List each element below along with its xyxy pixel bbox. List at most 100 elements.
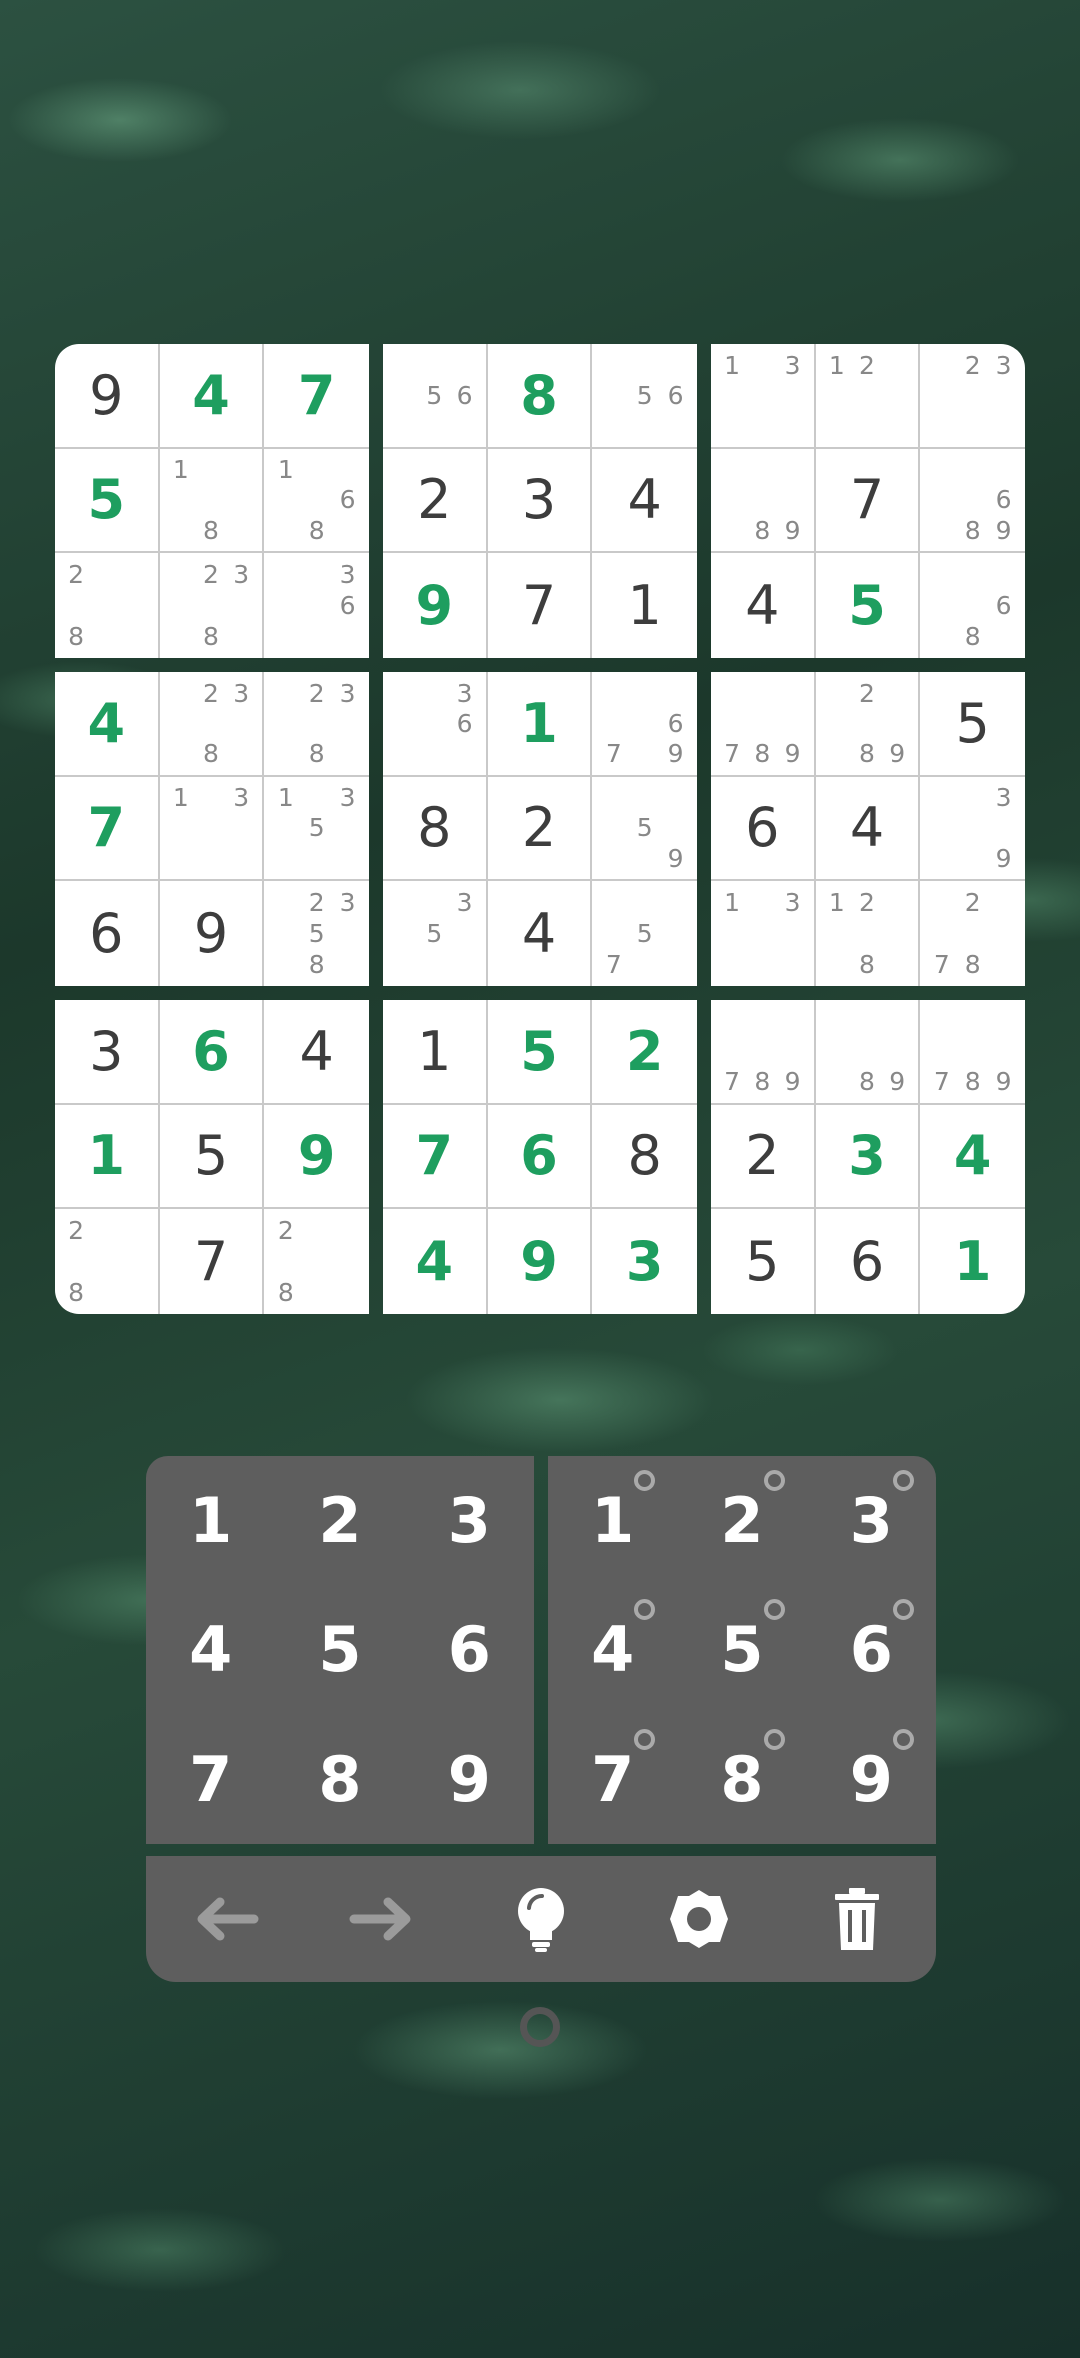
sudoku-cell[interactable]: 9 xyxy=(264,1105,369,1210)
sudoku-cell[interactable]: 789 xyxy=(711,1000,816,1105)
sudoku-cell[interactable]: 5 xyxy=(816,553,921,658)
number-key[interactable]: 4 xyxy=(146,1585,275,1714)
sudoku-cell[interactable]: 5 xyxy=(55,448,160,554)
settings-button[interactable] xyxy=(654,1874,744,1964)
sudoku-cell[interactable]: 28 xyxy=(55,553,160,658)
sudoku-cell[interactable]: 3 xyxy=(55,1000,160,1105)
note-key[interactable]: 1 xyxy=(548,1456,677,1585)
sudoku-cell[interactable]: 7 xyxy=(160,1209,265,1314)
sudoku-cell[interactable]: 7 xyxy=(815,448,921,554)
sudoku-cell[interactable]: 68 xyxy=(920,553,1025,658)
sudoku-cell[interactable]: 1 xyxy=(383,1000,488,1105)
sudoku-cell[interactable]: 9 xyxy=(488,1209,593,1314)
sudoku-cell[interactable]: 4 xyxy=(159,344,265,449)
sudoku-cell[interactable]: 6 xyxy=(55,881,160,986)
sudoku-cell[interactable]: 56 xyxy=(383,344,488,449)
sudoku-cell[interactable]: 789 xyxy=(711,672,816,777)
drag-handle[interactable] xyxy=(520,2007,560,2047)
sudoku-cell[interactable]: 6 7 9 xyxy=(592,672,697,777)
sudoku-cell[interactable]: 28 xyxy=(55,1209,160,1314)
sudoku-cell[interactable]: 7 xyxy=(264,344,369,449)
sudoku-cell[interactable]: 57 xyxy=(592,881,697,986)
sudoku-cell[interactable]: 2358 xyxy=(264,881,369,986)
sudoku-cell[interactable]: 36 xyxy=(264,553,369,658)
undo-button[interactable] xyxy=(180,1874,270,1964)
sudoku-cell[interactable]: 12 8 xyxy=(816,881,921,986)
sudoku-cell[interactable]: 12 xyxy=(815,344,921,449)
number-key[interactable]: 9 xyxy=(405,1715,534,1844)
sudoku-cell[interactable]: 39 xyxy=(920,777,1025,882)
sudoku-cell[interactable]: 4 xyxy=(920,1105,1025,1210)
sudoku-cell[interactable]: 4 xyxy=(55,672,160,777)
redo-button[interactable] xyxy=(338,1874,428,1964)
hint-button[interactable] xyxy=(496,1874,586,1964)
note-key[interactable]: 3 xyxy=(807,1456,936,1585)
sudoku-cell[interactable]: 2 xyxy=(592,1000,697,1105)
sudoku-cell[interactable]: 5 xyxy=(487,1000,593,1105)
delete-button[interactable] xyxy=(812,1874,902,1964)
number-key[interactable]: 6 xyxy=(405,1585,534,1714)
sudoku-cell[interactable]: 3 xyxy=(487,448,593,554)
sudoku-cell[interactable]: 9 xyxy=(383,553,488,658)
number-key[interactable]: 2 xyxy=(275,1456,404,1585)
sudoku-cell[interactable]: 23 8 xyxy=(264,672,369,777)
number-key[interactable]: 5 xyxy=(275,1585,404,1714)
sudoku-cell[interactable]: 6 xyxy=(159,1000,265,1105)
sudoku-cell[interactable]: 23 8 xyxy=(159,672,265,777)
sudoku-cell[interactable]: 689 xyxy=(920,449,1025,554)
number-key[interactable]: 3 xyxy=(405,1456,534,1585)
sudoku-cell[interactable]: 89 xyxy=(711,448,816,554)
sudoku-cell[interactable]: 59 xyxy=(592,777,697,882)
number-key[interactable]: 1 xyxy=(146,1456,275,1585)
number-key[interactable]: 7 xyxy=(146,1715,275,1844)
sudoku-cell[interactable]: 2 xyxy=(487,776,593,882)
sudoku-cell[interactable]: 56 xyxy=(592,344,697,449)
sudoku-cell[interactable]: 13 xyxy=(711,881,816,986)
sudoku-cell[interactable]: 13 xyxy=(711,344,816,449)
sudoku-cell[interactable]: 1 xyxy=(55,1104,160,1210)
note-key[interactable]: 4 xyxy=(548,1585,677,1714)
number-key[interactable]: 8 xyxy=(275,1715,404,1844)
sudoku-cell[interactable]: 2 89 xyxy=(815,672,921,777)
sudoku-cell[interactable]: 4 xyxy=(264,1000,369,1105)
sudoku-cell[interactable]: 2 78 xyxy=(920,881,1025,986)
sudoku-cell[interactable]: 4 xyxy=(592,449,697,554)
note-key[interactable]: 5 xyxy=(677,1585,806,1714)
sudoku-cell[interactable]: 2 xyxy=(383,448,488,554)
sudoku-cell[interactable]: 13 xyxy=(159,776,265,882)
sudoku-cell[interactable]: 2 xyxy=(711,1104,816,1210)
sudoku-cell[interactable]: 3 xyxy=(815,1104,921,1210)
note-key[interactable]: 7 xyxy=(548,1715,677,1844)
sudoku-cell[interactable]: 7 xyxy=(383,1104,488,1210)
sudoku-cell[interactable]: 4 xyxy=(488,881,593,986)
sudoku-cell[interactable]: 4 xyxy=(383,1209,488,1314)
sudoku-cell[interactable]: 36 xyxy=(383,672,488,777)
sudoku-cell[interactable]: 28 xyxy=(264,1209,369,1314)
sudoku-cell[interactable]: 8 xyxy=(487,344,593,449)
note-key[interactable]: 6 xyxy=(807,1585,936,1714)
sudoku-cell[interactable]: 23 xyxy=(920,344,1025,449)
note-key[interactable]: 9 xyxy=(807,1715,936,1844)
sudoku-cell[interactable]: 1 xyxy=(487,672,593,777)
sudoku-cell[interactable]: 5 xyxy=(920,672,1025,777)
sudoku-cell[interactable]: 23 8 xyxy=(160,553,265,658)
sudoku-cell[interactable]: 3 xyxy=(592,1209,697,1314)
sudoku-cell[interactable]: 6 xyxy=(487,1104,593,1210)
sudoku-cell[interactable]: 1 68 xyxy=(264,449,369,554)
sudoku-cell[interactable]: 789 xyxy=(920,1000,1025,1105)
sudoku-cell[interactable]: 7 xyxy=(55,776,160,882)
sudoku-cell[interactable]: 18 xyxy=(159,448,265,554)
sudoku-cell[interactable]: 1 xyxy=(920,1209,1025,1314)
sudoku-cell[interactable]: 8 xyxy=(383,776,488,882)
sudoku-cell[interactable]: 1 xyxy=(592,553,697,658)
sudoku-cell[interactable]: 35 xyxy=(383,881,488,986)
sudoku-cell[interactable]: 89 xyxy=(815,1000,921,1105)
sudoku-cell[interactable]: 7 xyxy=(488,553,593,658)
sudoku-cell[interactable]: 6 xyxy=(711,776,816,882)
sudoku-cell[interactable]: 5 xyxy=(159,1104,265,1210)
sudoku-cell[interactable]: 4 xyxy=(711,553,816,658)
note-key[interactable]: 2 xyxy=(677,1456,806,1585)
sudoku-cell[interactable]: 9 xyxy=(55,344,160,449)
sudoku-cell[interactable]: 8 xyxy=(592,1105,697,1210)
sudoku-cell[interactable]: 6 xyxy=(816,1209,921,1314)
